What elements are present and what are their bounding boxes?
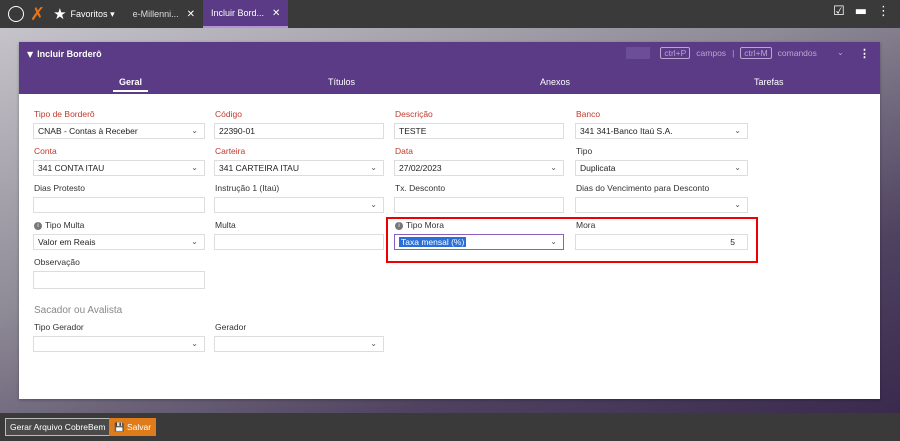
chevron-down-icon: ⌄	[191, 237, 198, 246]
tab-tarefas[interactable]: Tarefas	[754, 77, 784, 87]
tab-incluir-bordero[interactable]: Incluir Bord... ✕	[203, 0, 289, 28]
tipo-multa-select[interactable]: Valor em Reais ⌄	[33, 234, 205, 250]
favorites-menu[interactable]: Favoritos ▾	[71, 9, 115, 20]
panel-header: ▼ Incluir Borderô ctrl+P campos | ctrl+M …	[19, 42, 880, 94]
chevron-down-icon: ⌄	[370, 163, 377, 172]
tx-desconto-field[interactable]	[394, 197, 564, 213]
panel-tabs: Geral Títulos Anexos Tarefas	[19, 74, 880, 94]
shortcut-label: campos	[696, 48, 727, 58]
shortcut-key: ctrl+M	[740, 47, 772, 59]
tab-label: Incluir Bord...	[211, 8, 265, 18]
chevron-down-icon: ⌄	[734, 163, 741, 172]
chevron-down-icon: ⌄	[734, 126, 741, 135]
gerador-select[interactable]: ⌄	[214, 336, 384, 352]
app-logo-icon[interactable]: ✗	[30, 4, 45, 25]
banco-label: Banco	[576, 109, 601, 119]
close-icon[interactable]: ✕	[187, 9, 195, 20]
shortcut-label: comandos	[777, 48, 817, 58]
instrucao-select[interactable]: ⌄	[214, 197, 384, 213]
collapse-icon[interactable]: ▼	[27, 50, 33, 59]
gerar-arquivo-button[interactable]: Gerar Arquivo CobreBem	[5, 418, 111, 436]
chevron-down-icon[interactable]: ⌄	[837, 48, 844, 58]
more-vertical-icon[interactable]: ⋮	[877, 4, 890, 19]
bottom-toolbar: Gerar Arquivo CobreBem 💾 Salvar	[0, 413, 900, 441]
gerador-label: Gerador	[215, 322, 247, 332]
banco-select[interactable]: 341 341-Banco Itaú S.A. ⌄	[575, 123, 748, 139]
chevron-down-icon: ⌄	[191, 126, 198, 135]
chevron-down-icon: ⌄	[370, 200, 377, 209]
tx-desconto-label: Tx. Desconto	[395, 183, 446, 193]
panel-menu-icon[interactable]: ⋮	[859, 47, 870, 60]
multa-field[interactable]	[214, 234, 384, 250]
descricao-field[interactable]: TESTE	[394, 123, 564, 139]
tab-geral[interactable]: Geral	[113, 77, 149, 92]
save-button[interactable]: 💾 Salvar	[109, 418, 157, 436]
save-icon: 💾	[114, 422, 127, 432]
conta-select[interactable]: 341 CONTA ITAU ⌄	[33, 160, 205, 176]
tipo-multa-label: i Tipo Multa	[34, 220, 84, 230]
back-icon[interactable]: ←	[8, 6, 24, 22]
carteira-select[interactable]: 341 CARTEIRA ITAU ⌄	[214, 160, 384, 176]
dias-protesto-label: Dias Protesto	[34, 183, 86, 193]
carteira-label: Carteira	[215, 146, 246, 156]
chevron-down-icon: ⌄	[550, 163, 557, 172]
tipo-gerador-select[interactable]: ⌄	[33, 336, 205, 352]
codigo-field[interactable]: 22390-01	[214, 123, 384, 139]
dias-vencimento-label: Dias do Vencimento para Desconto	[576, 183, 710, 193]
data-field[interactable]: 27/02/2023 ⌄	[394, 160, 564, 176]
tipo-bordero-select[interactable]: CNAB - Contas à Receber ⌄	[33, 123, 205, 139]
tipo-label: Tipo	[576, 146, 593, 156]
shortcut-key: ctrl+P	[660, 47, 691, 59]
panel-title[interactable]: ▼ Incluir Borderô	[27, 49, 102, 59]
codigo-label: Código	[215, 109, 242, 119]
chevron-down-icon: ⌄	[734, 200, 741, 209]
star-icon[interactable]: ★	[53, 5, 66, 23]
multa-label: Multa	[215, 220, 236, 230]
observacao-field[interactable]	[33, 271, 205, 289]
close-icon[interactable]: ✕	[272, 8, 280, 19]
instrucao-label: Instrução 1 (Itaú)	[215, 183, 280, 193]
tab-titulos[interactable]: Títulos	[328, 77, 355, 87]
tipo-select[interactable]: Duplicata ⌄	[575, 160, 748, 176]
chevron-down-icon: ⌄	[191, 163, 198, 172]
shortcut-hints: ctrl+P campos | ctrl+M comandos ⌄	[626, 47, 844, 59]
descricao-label: Descrição	[395, 109, 433, 119]
tab-e-millennium[interactable]: e-Millenni... ✕	[125, 0, 203, 28]
info-icon[interactable]: i	[34, 221, 42, 230]
clipboard-icon[interactable]: ☑	[833, 4, 845, 19]
dias-protesto-field[interactable]	[33, 197, 205, 213]
chevron-down-icon: ⌄	[191, 339, 198, 348]
top-bar: ← ✗ ★ Favoritos ▾ e-Millenni... ✕ Inclui…	[0, 0, 900, 28]
tab-label: e-Millenni...	[132, 9, 179, 19]
quick-search-input[interactable]	[626, 47, 651, 59]
chevron-down-icon: ⌄	[370, 339, 377, 348]
tipo-bordero-label: Tipo de Borderô	[34, 109, 95, 119]
sacador-section-title: Sacador ou Avalista	[34, 305, 123, 316]
conta-label: Conta	[34, 146, 57, 156]
bordero-panel: ▼ Incluir Borderô ctrl+P campos | ctrl+M …	[19, 42, 880, 399]
dias-vencimento-select[interactable]: ⌄	[575, 197, 748, 213]
data-label: Data	[395, 146, 413, 156]
chat-icon[interactable]: ▬	[855, 4, 867, 19]
highlight-box	[386, 217, 758, 263]
tipo-gerador-label: Tipo Gerador	[34, 322, 84, 332]
shortcut-separator: |	[732, 48, 735, 58]
tab-anexos[interactable]: Anexos	[540, 77, 570, 87]
observacao-label: Observação	[34, 257, 80, 267]
